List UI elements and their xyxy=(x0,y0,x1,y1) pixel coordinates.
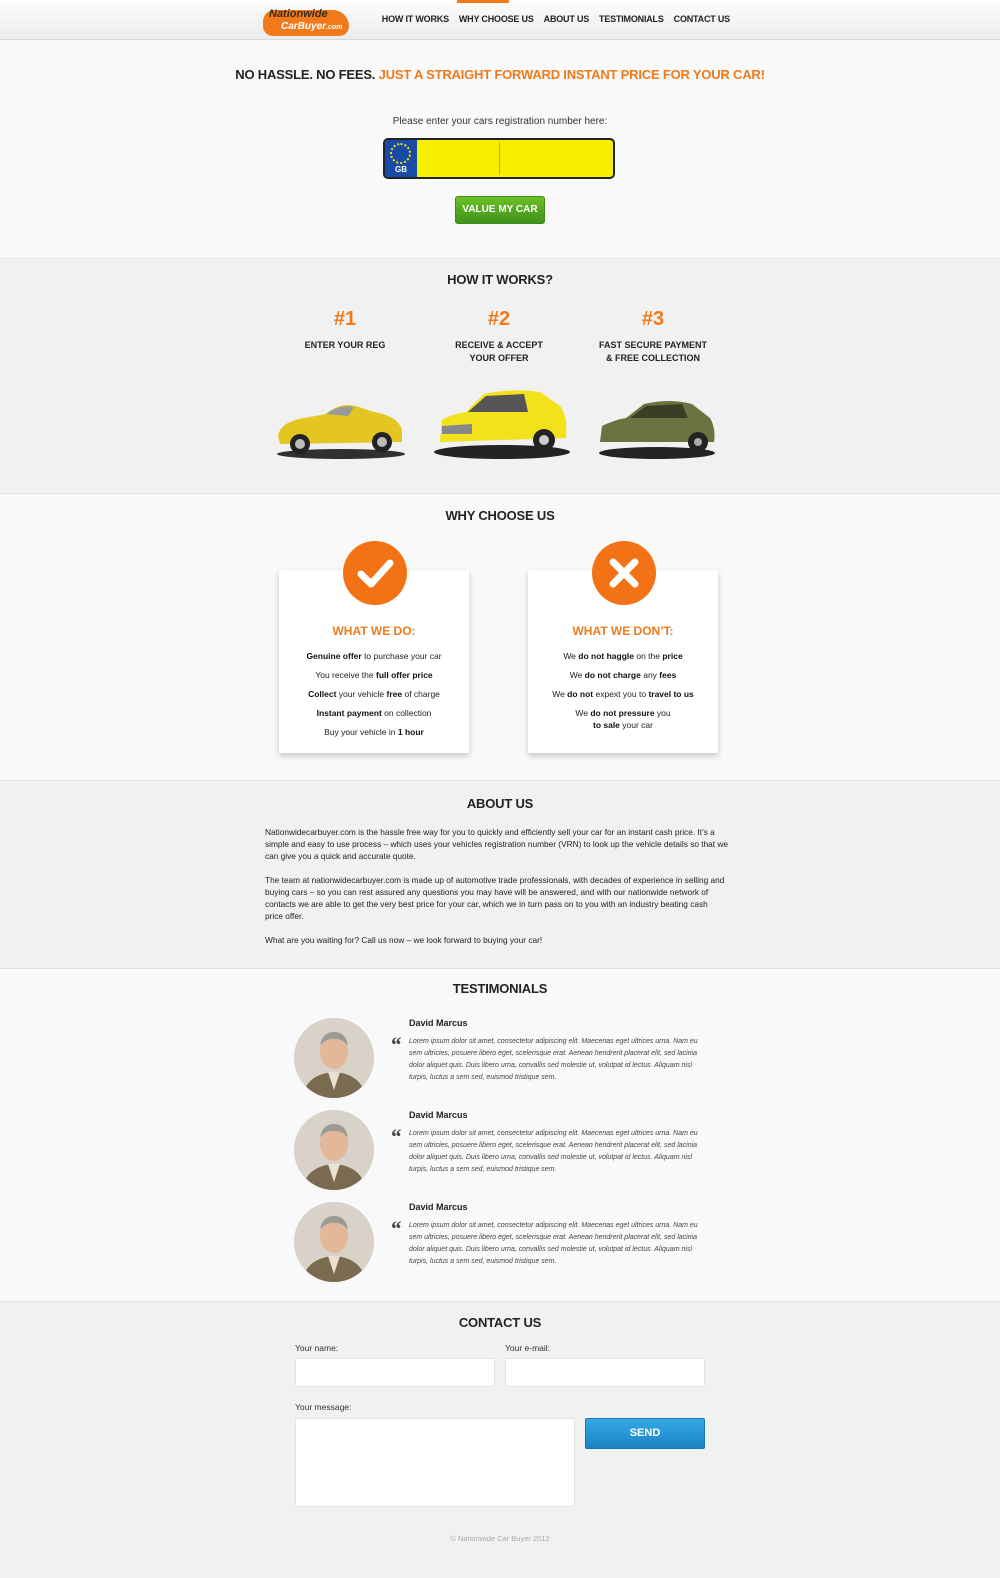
logo-line1: Nationwide xyxy=(269,8,328,20)
logo-line2: CarBuyer.com xyxy=(281,21,343,32)
step-number: #3 xyxy=(641,308,665,330)
how-it-works-section: HOW IT WORKS? #1 ENTER YOUR REG #2 RECEI… xyxy=(0,260,1000,494)
what-we-dont-list: We do not haggle on the price We do not c… xyxy=(528,650,718,738)
contact-us-section: CONTACT US Your name: Your e-mail: Your … xyxy=(0,1302,1000,1578)
how-title: HOW IT WORKS? xyxy=(447,272,553,287)
list-item: We do not pressure you to sale your car xyxy=(575,708,671,730)
value-my-car-button[interactable]: VALUE MY CAR xyxy=(455,196,545,224)
quote-icon: “ xyxy=(390,1124,401,1149)
about-us-section: ABOUT US Nationwidecarbuyer.com is the h… xyxy=(0,781,1000,969)
site-header: Nationwide CarBuyer.com HOW IT WORKS WHY… xyxy=(0,0,1000,40)
testimonials-title: TESTIMONIALS xyxy=(452,981,548,996)
reg-input[interactable] xyxy=(419,140,613,177)
step-number: #1 xyxy=(333,308,357,330)
step-2: #2 RECEIVE & ACCEPT YOUR OFFER xyxy=(424,308,574,365)
about-paragraph-1: Nationwidecarbuyer.com is the hassle fre… xyxy=(265,827,729,861)
testimonial-text: Lorem ipsum dolor sit amet, consectetur … xyxy=(409,1222,698,1265)
list-item: We do not charge any fees xyxy=(569,670,677,680)
main-nav: HOW IT WORKS WHY CHOOSE US ABOUT US TEST… xyxy=(382,14,730,24)
check-icon xyxy=(343,541,407,605)
contact-title: CONTACT US xyxy=(458,1315,542,1330)
car-sedan-image xyxy=(599,401,715,459)
avatar xyxy=(294,1018,374,1098)
what-we-do-list: Genuine offer to purchase your car You re… xyxy=(279,650,469,745)
eu-flag-strip: GB xyxy=(385,140,417,177)
list-item: Instant payment on collection xyxy=(316,708,432,718)
reg-label: Please enter your cars registration numb… xyxy=(392,116,608,127)
message-label: Your message: xyxy=(295,1402,352,1412)
step-1: #1 ENTER YOUR REG xyxy=(270,308,420,352)
nav-how-it-works[interactable]: HOW IT WORKS xyxy=(382,14,449,24)
eu-stars-icon xyxy=(390,143,411,164)
why-title: WHY CHOOSE US xyxy=(445,508,555,523)
testimonial-name: David Marcus xyxy=(409,1202,468,1212)
quote-icon: “ xyxy=(390,1216,401,1241)
message-field[interactable] xyxy=(295,1418,575,1507)
testimonial-item: “ David Marcus Lorem ipsum dolor sit ame… xyxy=(294,1018,714,1100)
name-field[interactable] xyxy=(295,1358,495,1387)
list-item: We do not expext you to travel to us xyxy=(552,689,694,699)
car-convertible-image xyxy=(277,405,405,459)
testimonial-item: “ David Marcus Lorem ipsum dolor sit ame… xyxy=(294,1110,714,1192)
step-number: #2 xyxy=(487,308,511,330)
list-item: Genuine offer to purchase your car xyxy=(306,651,442,661)
avatar xyxy=(294,1110,374,1190)
step-label: FAST SECURE PAYMENT & FREE COLLECTION xyxy=(598,340,708,363)
footer-copyright: © Nationwide Car Buyer 2012 xyxy=(450,1534,550,1543)
what-we-do-heading: WHAT WE DO: xyxy=(332,624,416,638)
send-button[interactable]: SEND xyxy=(585,1418,705,1449)
about-paragraph-2: The team at nationwidecarbuyer.com is ma… xyxy=(265,875,725,921)
list-item: We do not haggle on the price xyxy=(563,651,683,661)
testimonial-name: David Marcus xyxy=(409,1110,468,1120)
step-label: RECEIVE & ACCEPT YOUR OFFER xyxy=(455,340,543,363)
testimonial-item: “ David Marcus Lorem ipsum dolor sit ame… xyxy=(294,1202,714,1284)
hero-tagline: NO HASSLE. NO FEES. JUST A STRAIGHT FORW… xyxy=(235,67,765,82)
nav-why-choose-us[interactable]: WHY CHOOSE US xyxy=(459,14,534,24)
list-item: Collect your vehicle free of charge xyxy=(308,689,440,699)
testimonial-text: Lorem ipsum dolor sit amet, consectetur … xyxy=(409,1130,698,1173)
step-3: #3 FAST SECURE PAYMENT & FREE COLLECTION xyxy=(578,308,728,365)
list-item: Buy your vehicle in 1 hour xyxy=(324,727,424,737)
why-choose-us-section: WHY CHOOSE US WHAT WE DO: Genuine offer … xyxy=(0,494,1000,781)
about-paragraph-3: What are you waiting for? Call us now – … xyxy=(265,935,543,945)
nav-about-us[interactable]: ABOUT US xyxy=(544,14,590,24)
testimonial-text: Lorem ipsum dolor sit amet, consectetur … xyxy=(409,1038,698,1081)
reg-plate: GB xyxy=(383,138,615,179)
nav-active-indicator xyxy=(457,0,509,3)
hero-section: NO HASSLE. NO FEES. JUST A STRAIGHT FORW… xyxy=(0,40,1000,259)
email-field[interactable] xyxy=(505,1358,705,1387)
list-item: You receive the full offer price xyxy=(315,670,433,680)
what-we-dont-heading: WHAT WE DON’T: xyxy=(572,624,674,638)
email-label: Your e-mail: xyxy=(505,1343,551,1353)
car-hatchback-image xyxy=(434,390,570,459)
testimonials-section: TESTIMONIALS “ David Marcus Lorem ipsum … xyxy=(0,969,1000,1302)
step-label: ENTER YOUR REG xyxy=(304,340,386,350)
name-label: Your name: xyxy=(295,1343,339,1353)
plate-country: GB xyxy=(395,165,407,174)
about-title: ABOUT US xyxy=(466,796,534,811)
nav-contact-us[interactable]: CONTACT US xyxy=(674,14,731,24)
quote-icon: “ xyxy=(390,1032,401,1057)
testimonial-name: David Marcus xyxy=(409,1018,468,1028)
avatar xyxy=(294,1202,374,1282)
nav-testimonials[interactable]: TESTIMONIALS xyxy=(599,14,664,24)
brand-logo[interactable]: Nationwide CarBuyer.com xyxy=(263,6,349,36)
close-icon xyxy=(592,541,656,605)
